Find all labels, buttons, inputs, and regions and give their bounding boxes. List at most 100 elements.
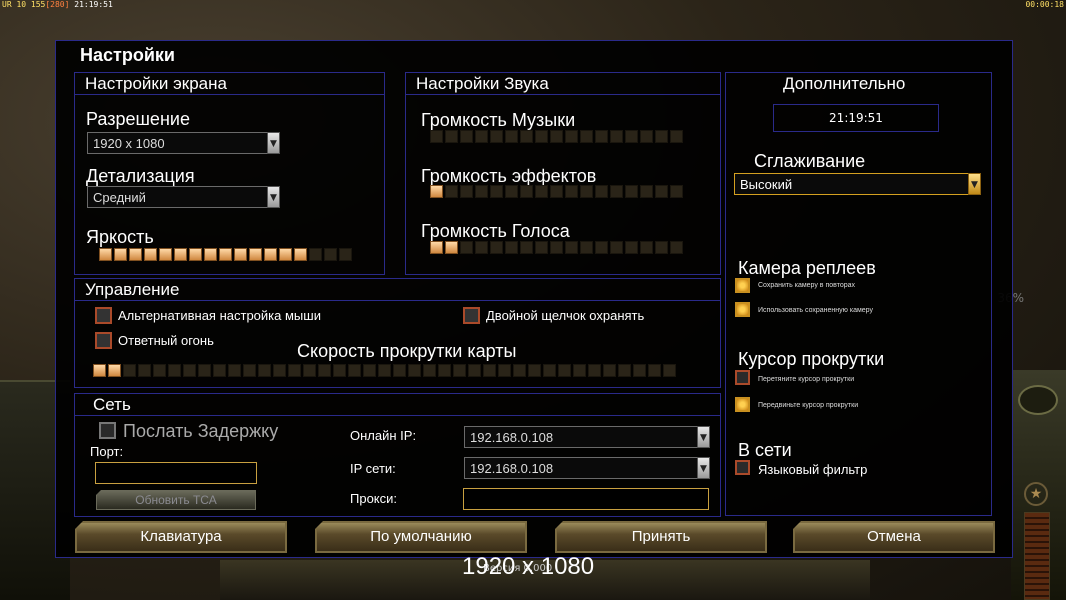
slider-segment[interactable]: [505, 185, 518, 198]
slider-segment[interactable]: [580, 241, 593, 254]
slider-segment[interactable]: [430, 241, 443, 254]
lan-ip-dropdown[interactable]: 192.168.0.108 ▼: [464, 457, 710, 479]
slider-segment[interactable]: [490, 241, 503, 254]
drag-cursor-checkbox[interactable]: [735, 370, 750, 385]
chevron-down-icon[interactable]: ▼: [968, 173, 981, 195]
detail-dropdown[interactable]: Средний ▼: [87, 186, 280, 208]
slider-segment[interactable]: [393, 364, 406, 377]
slider-segment[interactable]: [183, 364, 196, 377]
slider-segment[interactable]: [294, 248, 307, 261]
slider-segment[interactable]: [558, 364, 571, 377]
slider-segment[interactable]: [408, 364, 421, 377]
slider-segment[interactable]: [663, 364, 676, 377]
slider-segment[interactable]: [144, 248, 157, 261]
slider-segment[interactable]: [318, 364, 331, 377]
slider-segment[interactable]: [108, 364, 121, 377]
slider-segment[interactable]: [159, 248, 172, 261]
slider-segment[interactable]: [189, 248, 202, 261]
slider-segment[interactable]: [595, 185, 608, 198]
slider-segment[interactable]: [633, 364, 646, 377]
slider-segment[interactable]: [138, 364, 151, 377]
slider-segment[interactable]: [648, 364, 661, 377]
slider-segment[interactable]: [550, 241, 563, 254]
slider-segment[interactable]: [670, 185, 683, 198]
send-delay-checkbox[interactable]: [99, 422, 116, 439]
slider-segment[interactable]: [640, 130, 653, 143]
use-saved-camera-checkbox[interactable]: [735, 302, 750, 317]
slider-segment[interactable]: [573, 364, 586, 377]
slider-segment[interactable]: [535, 241, 548, 254]
slider-segment[interactable]: [123, 364, 136, 377]
slider-segment[interactable]: [520, 241, 533, 254]
slider-segment[interactable]: [475, 130, 488, 143]
slider-segment[interactable]: [204, 248, 217, 261]
slider-segment[interactable]: [93, 364, 106, 377]
slider-segment[interactable]: [460, 130, 473, 143]
slider-segment[interactable]: [513, 364, 526, 377]
proxy-input[interactable]: [463, 488, 709, 510]
slider-segment[interactable]: [595, 241, 608, 254]
port-input[interactable]: [95, 462, 257, 484]
slider-segment[interactable]: [339, 248, 352, 261]
slider-segment[interactable]: [228, 364, 241, 377]
slider-segment[interactable]: [460, 241, 473, 254]
slider-segment[interactable]: [174, 248, 187, 261]
slider-segment[interactable]: [423, 364, 436, 377]
slider-segment[interactable]: [114, 248, 127, 261]
slider-segment[interactable]: [445, 241, 458, 254]
slider-segment[interactable]: [588, 364, 601, 377]
slider-segment[interactable]: [595, 130, 608, 143]
slider-segment[interactable]: [640, 185, 653, 198]
slider-segment[interactable]: [618, 364, 631, 377]
slider-segment[interactable]: [264, 248, 277, 261]
slider-segment[interactable]: [273, 364, 286, 377]
slider-segment[interactable]: [378, 364, 391, 377]
slider-segment[interactable]: [453, 364, 466, 377]
slider-segment[interactable]: [520, 185, 533, 198]
effects-volume-slider[interactable]: [430, 185, 683, 198]
slider-segment[interactable]: [324, 248, 337, 261]
slider-segment[interactable]: [213, 364, 226, 377]
slider-segment[interactable]: [430, 185, 443, 198]
slider-segment[interactable]: [550, 130, 563, 143]
slider-segment[interactable]: [505, 241, 518, 254]
slider-segment[interactable]: [198, 364, 211, 377]
slider-segment[interactable]: [430, 130, 443, 143]
slider-segment[interactable]: [610, 241, 623, 254]
slider-segment[interactable]: [438, 364, 451, 377]
slider-segment[interactable]: [655, 185, 668, 198]
slider-segment[interactable]: [580, 130, 593, 143]
slider-segment[interactable]: [243, 364, 256, 377]
slider-segment[interactable]: [475, 185, 488, 198]
slider-segment[interactable]: [670, 130, 683, 143]
slider-segment[interactable]: [565, 130, 578, 143]
slider-segment[interactable]: [249, 248, 262, 261]
slider-segment[interactable]: [219, 248, 232, 261]
music-volume-slider[interactable]: [430, 130, 683, 143]
slider-segment[interactable]: [309, 248, 322, 261]
slider-segment[interactable]: [655, 130, 668, 143]
chevron-down-icon[interactable]: ▼: [267, 186, 280, 208]
slider-segment[interactable]: [234, 248, 247, 261]
slider-segment[interactable]: [625, 241, 638, 254]
scroll-speed-slider[interactable]: [93, 364, 676, 377]
voice-volume-slider[interactable]: [430, 241, 683, 254]
alt-mouse-checkbox[interactable]: [95, 307, 112, 324]
slider-segment[interactable]: [333, 364, 346, 377]
slider-segment[interactable]: [580, 185, 593, 198]
slider-segment[interactable]: [498, 364, 511, 377]
online-ip-dropdown[interactable]: 192.168.0.108 ▼: [464, 426, 710, 448]
slider-segment[interactable]: [640, 241, 653, 254]
accept-button[interactable]: Принять: [555, 521, 767, 553]
save-camera-checkbox[interactable]: [735, 278, 750, 293]
return-fire-checkbox[interactable]: [95, 332, 112, 349]
chevron-down-icon[interactable]: ▼: [697, 457, 710, 479]
update-tca-button[interactable]: Обновить ТСА: [96, 490, 256, 510]
slider-segment[interactable]: [655, 241, 668, 254]
slider-segment[interactable]: [460, 185, 473, 198]
keyboard-button[interactable]: Клавиатура: [75, 521, 287, 553]
slider-segment[interactable]: [535, 130, 548, 143]
slider-segment[interactable]: [483, 364, 496, 377]
slider-segment[interactable]: [288, 364, 301, 377]
slider-segment[interactable]: [670, 241, 683, 254]
